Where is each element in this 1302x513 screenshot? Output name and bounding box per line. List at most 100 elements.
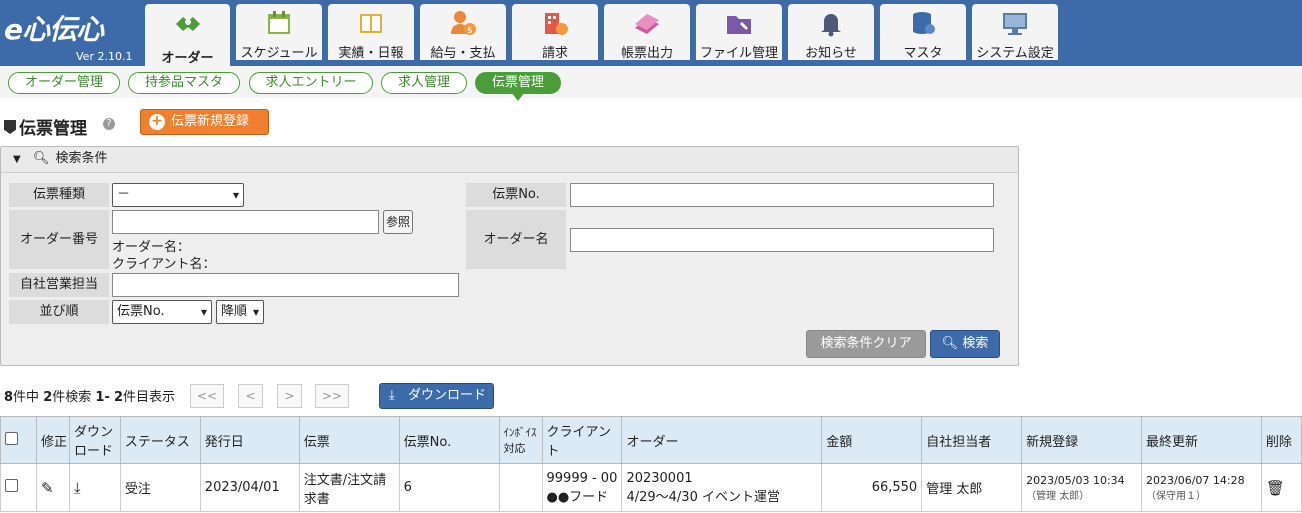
range-suffix: 件目表示 [123,390,176,405]
tab-label: スケジュール [240,46,318,61]
subnav-job-entry[interactable]: 求人エントリー [249,72,373,94]
search-panel-title: 検索条件 [55,151,108,166]
edit-icon[interactable]: ✎ [41,479,54,497]
tab-label: 給与・支払 [430,46,496,61]
trash-icon[interactable]: 🗑︎ [1266,479,1285,497]
new-slip-label: 伝票新規登録 [171,114,250,129]
tab-label: 帳票出力 [620,46,673,61]
order-number-input[interactable] [112,210,379,234]
top-navigation-bar: e心伝心 Ver 2.10.1 オーダー スケジュール 実績・日報 $ 給与・支… [0,0,1302,66]
download-icon[interactable]: ⤓ [74,479,81,497]
logo-text: e心伝心 [4,13,104,46]
slip-type-select[interactable]: － [112,183,244,207]
tab-salary[interactable]: $ 給与・支払 [420,4,506,61]
reference-button[interactable]: 参照 [383,210,413,234]
subnav-slip-management[interactable]: 伝票管理 [475,72,561,101]
tab-label: ファイル管理 [699,46,778,61]
search-button-label: 検索 [962,336,989,351]
header-staff: 自社担当者 [921,416,1023,464]
header-slip-no: 伝票No. [398,416,500,464]
download-icon: ⤓ [389,388,395,403]
row-order-name: 4/29～4/30 イベント運営 [626,489,780,505]
subnav-item-master[interactable]: 持参品マスタ [128,72,240,94]
tab-system-settings[interactable]: システム設定 [972,4,1058,61]
header-order: オーダー [621,416,823,464]
search-icon: 🔍︎ [941,336,959,351]
row-delete-cell: 🗑︎ [1260,463,1302,512]
result-counter: 8件中 2件検索 1- 2件目表示 [4,390,176,405]
calendar-icon [268,11,290,34]
sort-direction-select[interactable]: 降順 [216,300,264,324]
row-amount: 66,550 [821,463,923,512]
row-download-cell: ⤓ [68,463,121,512]
tab-label: 実績・日報 [338,46,404,61]
row-invoice [498,463,543,512]
label-order-name: オーダー名 [466,210,566,269]
tab-label: システム設定 [976,46,1054,61]
tab-label: お知らせ [805,46,857,61]
row-slip-no: 6 [398,463,500,512]
tab-results[interactable]: 実績・日報 [328,4,414,61]
plus-icon: + [149,114,165,130]
header-amount: 金額 [821,416,923,464]
app-logo[interactable]: e心伝心 Ver 2.10.1 [4,4,138,64]
last-page-button[interactable]: >> [315,384,349,408]
help-icon[interactable]: ? [103,118,115,130]
tab-label: マスタ [903,46,943,61]
tab-order[interactable]: オーダー [145,4,230,66]
tab-billing[interactable]: 請求 [512,4,598,61]
header-delete: 削除 [1260,416,1302,464]
row-status: 受注 [119,463,201,512]
tab-master[interactable]: マスタ [880,4,966,61]
tab-schedule[interactable]: スケジュール [236,4,322,61]
label-sales-rep: 自社営業担当 [9,273,109,297]
folder-edit-icon [727,16,751,34]
new-slip-button[interactable]: + 伝票新規登録 [140,109,269,135]
hit-suffix: 件検索 [52,390,92,405]
label-slip-no: 伝票No. [466,183,566,207]
clear-conditions-button[interactable]: 検索条件クリア [806,330,926,358]
total-count: 8 [4,390,14,405]
bell-icon [821,14,841,37]
prev-page-button[interactable]: < [238,384,263,408]
tab-files[interactable]: ファイル管理 [696,4,782,61]
header-status: ステータス [119,416,201,464]
header-slip: 伝票 [298,416,400,464]
row-updated-date: 2023/06/07 14:28 [1146,473,1245,487]
header-updated: 最終更新 [1141,416,1262,464]
hit-count: 2 [43,390,53,405]
sub-navigation: オーダー管理 持参品マスタ 求人エントリー 求人管理 伝票管理 [0,66,1302,101]
monitor-settings-icon [1003,13,1027,35]
subnav-job-management[interactable]: 求人管理 [381,72,467,94]
first-page-button[interactable]: << [190,384,224,408]
subnav-order-management[interactable]: オーダー管理 [8,72,120,94]
row-issued: 2023/04/01 [199,463,300,512]
tab-notices[interactable]: お知らせ [788,4,874,61]
table-header-row: 修正 ダウンロード ステータス 発行日 伝票 伝票No. ｲﾝﾎﾞｲｽ対応 クラ… [0,416,1302,464]
row-updated: 2023/06/07 14:28 （保守用１） [1141,463,1262,512]
download-button[interactable]: ⤓ ダウンロード [379,383,494,409]
sort-field-select[interactable]: 伝票No. [112,300,212,324]
header-client: クライアント [541,416,623,464]
header-issued: 発行日 [199,416,300,464]
sales-rep-input[interactable] [112,273,459,297]
row-client: 99999 - 00 ●●フード [541,463,623,512]
label-order-number: オーダー番号 [9,210,109,269]
search-button[interactable]: 🔍︎ 検索 [930,330,1000,358]
bookmark-icon [4,120,16,134]
order-name-input[interactable] [570,228,994,252]
row-checkbox[interactable] [5,479,18,492]
row-staff: 管理 太郎 [921,463,1023,512]
range-end: 2 [114,390,124,405]
row-created-by: （管理 太郎） [1026,490,1090,502]
select-all-checkbox[interactable] [5,431,18,445]
row-updated-by: （保守用１） [1146,490,1206,502]
building-invoice-icon [545,13,568,35]
search-panel-header[interactable]: ▼ 🔍︎ 検索条件 [1,147,1018,173]
download-label: ダウンロード [408,388,487,403]
tab-label: オーダー [161,51,214,66]
next-page-button[interactable]: > [277,384,302,408]
slip-no-input[interactable] [570,183,994,207]
tab-reports[interactable]: 帳票出力 [604,4,690,61]
row-select-cell [0,463,37,512]
